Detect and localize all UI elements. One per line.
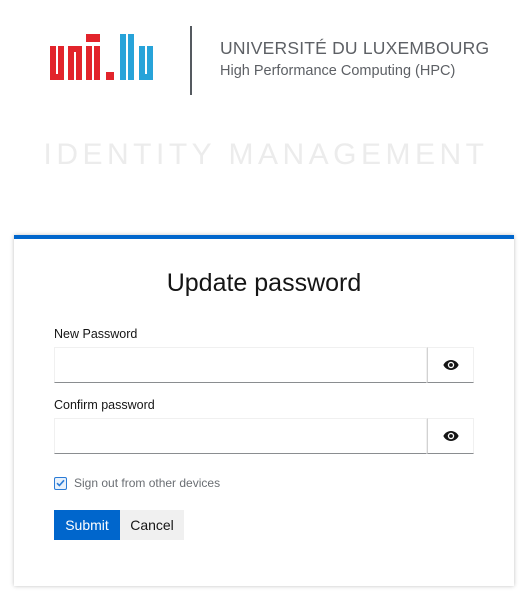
- submit-button[interactable]: Submit: [54, 510, 120, 540]
- show-confirm-password-button[interactable]: [427, 418, 474, 454]
- show-new-password-button[interactable]: [427, 347, 474, 383]
- confirm-password-input[interactable]: [54, 418, 427, 454]
- eye-icon: [442, 360, 459, 370]
- page-title: Update password: [166, 269, 362, 297]
- logout-sessions-label: Sign out from other devices: [74, 476, 221, 490]
- new-password-group: [54, 347, 474, 383]
- logo-divider: [190, 26, 192, 95]
- confirm-password-group: [54, 418, 474, 454]
- cancel-button[interactable]: Cancel: [120, 510, 184, 540]
- page-header: UNIVERSITÉ DU LUXEMBOURG High Performanc…: [0, 0, 532, 105]
- realm-title: IDENTITY MANAGEMENT: [43, 138, 489, 171]
- university-name: UNIVERSITÉ DU LUXEMBOURG: [220, 38, 490, 58]
- confirm-password-label: Confirm password: [54, 398, 155, 412]
- new-password-label: New Password: [54, 327, 138, 341]
- department-name: High Performance Computing (HPC): [220, 63, 456, 79]
- checkmark-icon: [56, 479, 65, 487]
- new-password-input[interactable]: [54, 347, 427, 383]
- logout-sessions-row: Sign out from other devices: [54, 476, 220, 490]
- logout-sessions-checkbox[interactable]: [54, 476, 67, 490]
- update-password-card: Update password New Password Confirm pas…: [14, 235, 514, 586]
- eye-icon: [442, 431, 459, 441]
- uni-lu-logo: [50, 34, 153, 80]
